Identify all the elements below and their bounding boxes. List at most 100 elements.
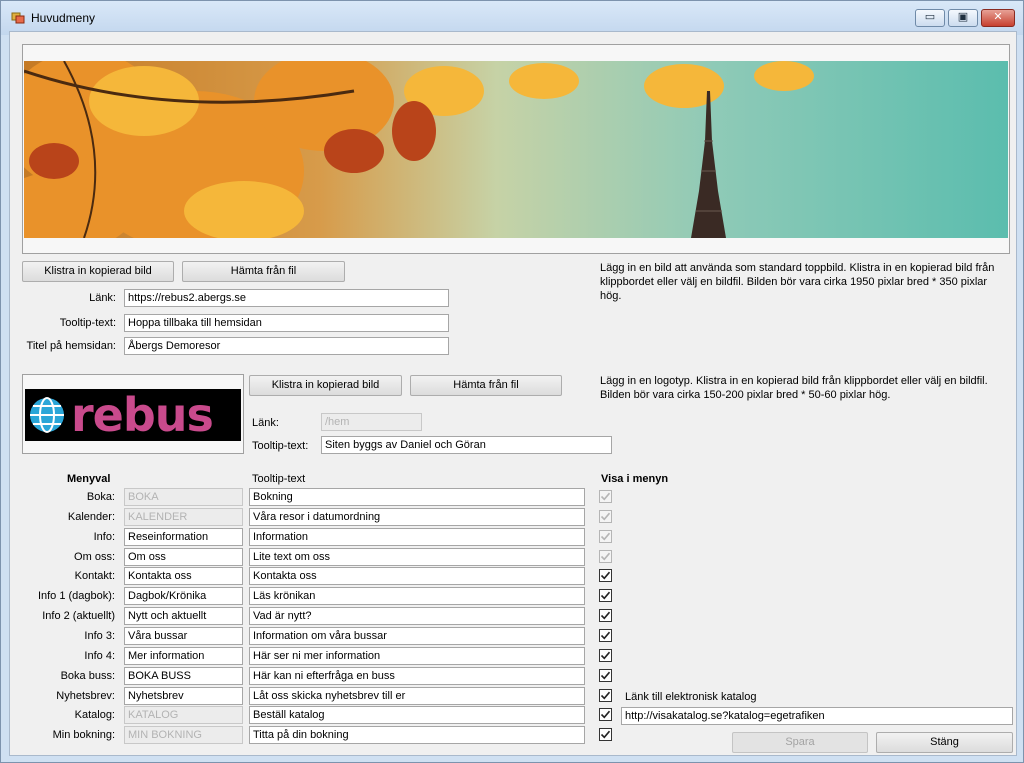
menu-row-label: Kontakt:	[74, 570, 115, 582]
logo-file-button[interactable]: Hämta från fil	[410, 375, 562, 396]
menu-row-tooltip-input[interactable]: Titta på din bokning	[249, 726, 585, 744]
maximize-button[interactable]: ▣	[948, 9, 978, 27]
menu-row-tooltip-input[interactable]: Information	[249, 528, 585, 546]
banner-paste-button[interactable]: Klistra in kopierad bild	[22, 261, 174, 282]
menu-row-tooltip-input[interactable]: Bokning	[249, 488, 585, 506]
menu-row-name-input: MIN BOKNING	[124, 726, 243, 744]
menu-row-name-input[interactable]: Om oss	[124, 548, 243, 566]
form-client-area: Klistra in kopierad bild Hämta från fil …	[9, 31, 1017, 756]
checkmark-icon	[600, 730, 611, 739]
menu-row-visible-checkbox[interactable]	[599, 669, 612, 682]
menu-row-visible-checkbox[interactable]	[599, 569, 612, 582]
close-window-button[interactable]: ✕	[981, 9, 1015, 27]
checkmark-icon	[600, 532, 611, 541]
menu-row-name-input[interactable]: Dagbok/Krönika	[124, 587, 243, 605]
banner-image	[24, 61, 1008, 238]
tooltip-column-header: Tooltip-text	[252, 473, 306, 485]
menu-row-tooltip-input[interactable]: Låt oss skicka nyhetsbrev till er	[249, 687, 585, 705]
menu-row-label: Info 2 (aktuellt)	[42, 610, 115, 622]
menu-row-visible-checkbox[interactable]	[599, 609, 612, 622]
app-icon	[11, 11, 25, 25]
catalog-link-label: Länk till elektronisk katalog	[625, 691, 757, 703]
window-title: Huvudmeny	[31, 11, 96, 25]
menu-row-visible-checkbox[interactable]	[599, 708, 612, 721]
checkmark-icon	[600, 512, 611, 521]
banner-picture-box	[22, 44, 1010, 254]
menu-row-label: Info 4:	[84, 650, 115, 662]
menyval-header: Menyval	[67, 473, 111, 485]
menu-row-visible-checkbox	[599, 490, 612, 503]
checkmark-icon	[600, 710, 611, 719]
menu-row-visible-checkbox	[599, 510, 612, 523]
menu-row-tooltip-input[interactable]: Lite text om oss	[249, 548, 585, 566]
menu-row-tooltip-input[interactable]: Här ser ni mer information	[249, 647, 585, 665]
menu-row-tooltip-input[interactable]: Information om våra bussar	[249, 627, 585, 645]
logo-link-label: Länk:	[252, 417, 279, 429]
checkmark-icon	[600, 611, 611, 620]
minimize-icon: ▭	[924, 11, 936, 23]
menu-row-name-input[interactable]: Nytt och aktuellt	[124, 607, 243, 625]
menu-row-tooltip-input[interactable]: Våra resor i datumordning	[249, 508, 585, 526]
menu-row-visible-checkbox[interactable]	[599, 649, 612, 662]
menu-row-name-input[interactable]: Nyhetsbrev	[124, 687, 243, 705]
title-bar[interactable]: Huvudmeny ▭ ▣ ✕	[1, 1, 1023, 35]
link-input[interactable]: https://rebus2.abergs.se	[124, 289, 449, 307]
menu-row-label: Nyhetsbrev:	[56, 690, 115, 702]
menu-row-name-input[interactable]: Kontakta oss	[124, 567, 243, 585]
save-button[interactable]: Spara	[732, 732, 868, 753]
logo-wordmark: rebus	[71, 388, 214, 442]
link-label: Länk:	[89, 292, 116, 304]
checkmark-icon	[600, 571, 611, 580]
menu-row-label: Kalender:	[67, 511, 115, 523]
logo-help-text: Lägg in en logotyp. Klistra in en kopier…	[600, 375, 988, 401]
menu-row-tooltip-input[interactable]: Här kan ni efterfråga en buss	[249, 667, 585, 685]
logo-tooltip-input[interactable]: Siten byggs av Daniel och Göran	[321, 436, 612, 454]
menu-row-visible-checkbox[interactable]	[599, 629, 612, 642]
menu-row-name-input[interactable]: Mer information	[124, 647, 243, 665]
menu-row-label: Boka:	[86, 491, 115, 503]
logo-tooltip-label: Tooltip-text:	[252, 440, 309, 452]
menu-row-label: Min bokning:	[52, 729, 115, 741]
checkmark-icon	[600, 552, 611, 561]
menu-row-label: Om oss:	[74, 551, 115, 563]
menu-row-name-input[interactable]: Reseinformation	[124, 528, 243, 546]
menu-row-label: Info 3:	[84, 630, 115, 642]
menu-row-visible-checkbox[interactable]	[599, 728, 612, 741]
menu-row-tooltip-input[interactable]: Kontakta oss	[249, 567, 585, 585]
banner-help-text: Lägg in en bild att använda som standard…	[600, 262, 995, 302]
menu-row-name-input[interactable]: Våra bussar	[124, 627, 243, 645]
checkmark-icon	[600, 651, 611, 660]
logo-paste-button[interactable]: Klistra in kopierad bild	[249, 375, 402, 396]
menu-row-visible-checkbox	[599, 530, 612, 543]
menu-row-label: Info:	[93, 531, 115, 543]
maximize-icon: ▣	[957, 11, 969, 23]
menu-row-visible-checkbox[interactable]	[599, 689, 612, 702]
main-window: Huvudmeny ▭ ▣ ✕ Klistra in kopierad bild…	[0, 0, 1024, 763]
site-title-label: Titel på hemsidan:	[26, 340, 116, 352]
minimize-button[interactable]: ▭	[915, 9, 945, 27]
close-icon: ✕	[993, 11, 1003, 23]
menu-row-name-input: KALENDER	[124, 508, 243, 526]
close-button[interactable]: Stäng	[876, 732, 1013, 753]
checkmark-icon	[600, 631, 611, 640]
menu-row-name-input[interactable]: BOKA BUSS	[124, 667, 243, 685]
menu-row-tooltip-input[interactable]: Beställ katalog	[249, 706, 585, 724]
logo-image: rebus	[25, 389, 241, 441]
menu-row-visible-checkbox[interactable]	[599, 589, 612, 602]
menu-row-name-input: BOKA	[124, 488, 243, 506]
menu-row-label: Boka buss:	[60, 670, 115, 682]
logo-link-input: /hem	[321, 413, 422, 431]
tooltip-input[interactable]: Hoppa tillbaka till hemsidan	[124, 314, 449, 332]
menu-row-label: Info 1 (dagbok):	[37, 590, 115, 602]
checkmark-icon	[600, 671, 611, 680]
banner-file-button[interactable]: Hämta från fil	[182, 261, 345, 282]
logo-picture-box: rebus	[22, 374, 244, 454]
menu-row-tooltip-input[interactable]: Vad är nytt?	[249, 607, 585, 625]
checkmark-icon	[600, 691, 611, 700]
menu-row-tooltip-input[interactable]: Läs krönikan	[249, 587, 585, 605]
catalog-link-input[interactable]: http://visakatalog.se?katalog=egetrafike…	[621, 707, 1013, 725]
visa-i-menyn-header: Visa i menyn	[601, 473, 669, 485]
menu-row-name-input: KATALOG	[124, 706, 243, 724]
site-title-input[interactable]: Åbergs Demoresor	[124, 337, 449, 355]
menu-row-visible-checkbox	[599, 550, 612, 563]
